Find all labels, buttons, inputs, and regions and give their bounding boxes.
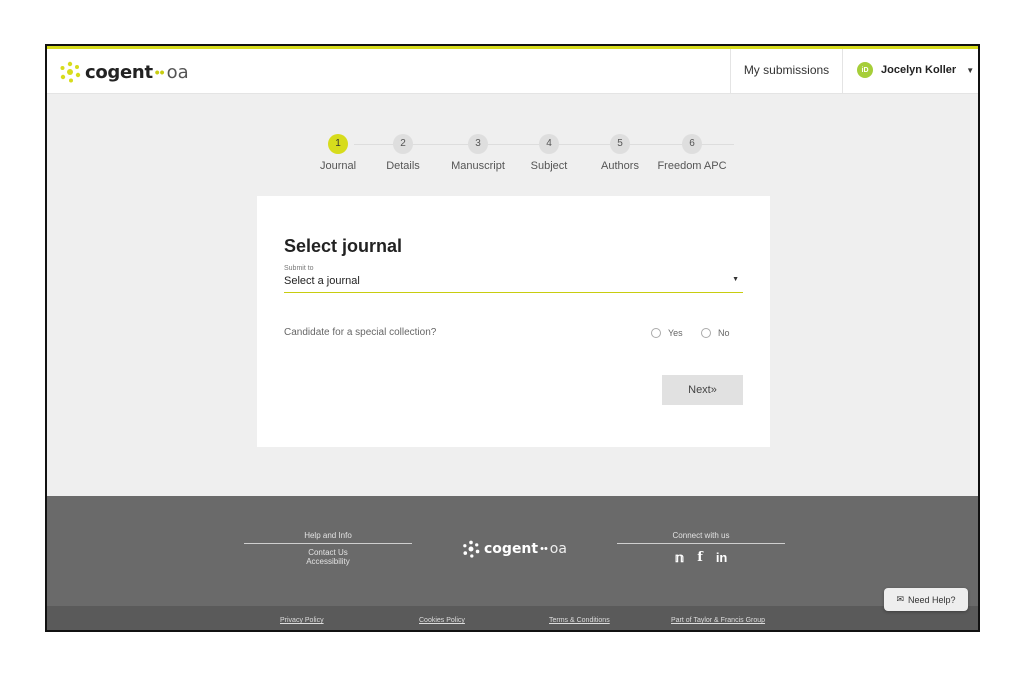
footer-help-title: Help and Info: [244, 531, 412, 544]
terms-link[interactable]: Terms & Conditions: [549, 617, 610, 624]
social-links: 𝕟 f in: [617, 550, 785, 566]
radio-no[interactable]: No: [701, 328, 730, 338]
footer-help-column: Help and Info Contact Us Accessibility: [244, 531, 412, 566]
top-header: cogent •• oa My submissions iD Jocelyn K…: [47, 46, 978, 94]
select-journal-card: Select journal Submit to Select a journa…: [257, 196, 770, 447]
special-collection-question: Candidate for a special collection?: [284, 327, 437, 338]
step-label: Manuscript: [451, 160, 505, 172]
radio-yes[interactable]: Yes: [651, 328, 683, 338]
need-help-label: Need Help?: [908, 594, 956, 605]
footer-logo[interactable]: cogent •• oa: [462, 540, 567, 558]
step-journal[interactable]: 1 Journal: [303, 134, 373, 172]
need-help-button[interactable]: ✉ Need Help?: [884, 588, 968, 611]
chevron-down-icon: ▼: [966, 65, 975, 75]
step-label: Journal: [319, 160, 357, 172]
logo-suffix: oa: [166, 61, 189, 83]
progress-stepper: 1 Journal 2 Details 3 Manuscript 4 Subje…: [309, 134, 739, 174]
step-label: Subject: [530, 160, 568, 172]
step-authors[interactable]: 5 Authors: [585, 134, 655, 172]
footer-logo-dots: ••: [540, 543, 548, 555]
user-name: Jocelyn Koller: [881, 64, 957, 76]
step-subject[interactable]: 4 Subject: [514, 134, 584, 172]
step-manuscript[interactable]: 3 Manuscript: [443, 134, 513, 172]
contact-us-link[interactable]: Contact Us: [244, 548, 412, 557]
cogent-oa-logo[interactable]: cogent •• oa: [59, 60, 189, 84]
cogent-logo-icon: [463, 540, 480, 558]
footer-logo-word: cogent: [484, 541, 539, 557]
submit-to-label: Submit to: [284, 265, 314, 272]
journal-select-value: Select a journal: [284, 275, 360, 287]
radio-circle[interactable]: [651, 328, 661, 338]
footer: Help and Info Contact Us Accessibility c…: [47, 496, 978, 606]
my-submissions-link[interactable]: My submissions: [730, 46, 842, 94]
legal-bar: Privacy Policy Cookies Policy Terms & Co…: [47, 606, 978, 630]
logo-word: cogent: [85, 61, 153, 83]
radio-yes-label: Yes: [668, 328, 683, 338]
radio-circle[interactable]: [701, 328, 711, 338]
step-freedom-apc[interactable]: 6 Freedom APC: [657, 134, 727, 172]
cookies-policy-link[interactable]: Cookies Policy: [419, 617, 465, 624]
linkedin-icon[interactable]: in: [716, 550, 728, 566]
step-number: 5: [610, 134, 630, 154]
next-button[interactable]: Next»: [662, 375, 743, 405]
step-label: Details: [386, 160, 420, 172]
footer-connect-column: Connect with us 𝕟 f in: [617, 531, 785, 566]
step-number: 2: [393, 134, 413, 154]
user-menu[interactable]: iD Jocelyn Koller ▼: [842, 46, 978, 94]
radio-no-label: No: [718, 328, 730, 338]
page-title: Select journal: [284, 236, 403, 256]
cogent-logo-icon: [60, 61, 81, 83]
twitter-icon[interactable]: 𝕟: [675, 550, 685, 566]
accessibility-link[interactable]: Accessibility: [244, 557, 412, 566]
footer-connect-title: Connect with us: [617, 531, 785, 544]
dropdown-arrow-icon: ▼: [732, 276, 739, 283]
step-number: 4: [539, 134, 559, 154]
step-number: 1: [328, 134, 348, 154]
step-label: Freedom APC: [657, 160, 727, 172]
privacy-policy-link[interactable]: Privacy Policy: [280, 617, 324, 624]
step-number: 6: [682, 134, 702, 154]
step-label: Authors: [601, 160, 639, 172]
logo-dots: ••: [154, 64, 165, 80]
footer-logo-suffix: oa: [549, 541, 567, 557]
journal-select[interactable]: Select a journal ▼: [284, 275, 743, 293]
app-window: cogent •• oa My submissions iD Jocelyn K…: [45, 44, 980, 632]
step-number: 3: [468, 134, 488, 154]
step-details[interactable]: 2 Details: [368, 134, 438, 172]
orcid-icon: iD: [857, 62, 873, 78]
envelope-icon: ✉: [896, 594, 904, 604]
taylor-francis-link[interactable]: Part of Taylor & Francis Group: [671, 617, 765, 624]
facebook-icon[interactable]: f: [697, 550, 703, 566]
